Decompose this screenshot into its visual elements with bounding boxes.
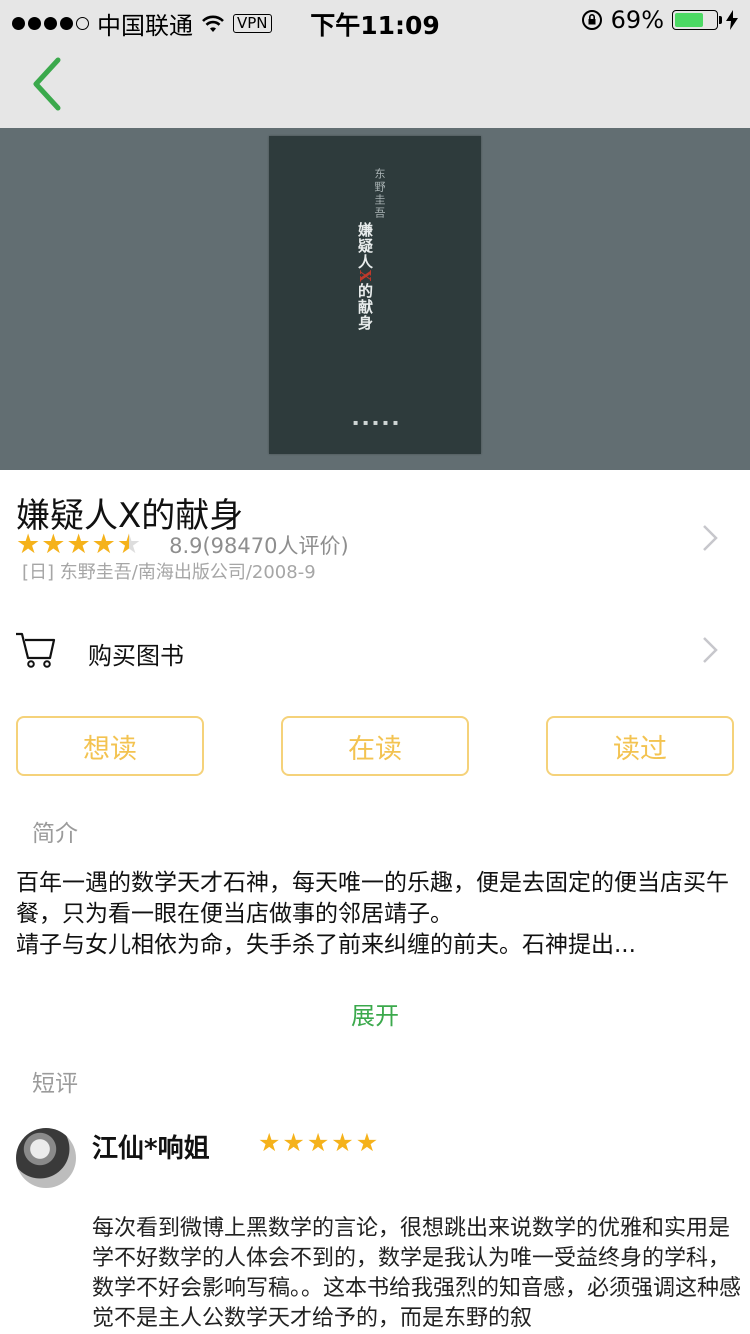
bolt-icon bbox=[726, 10, 738, 30]
cover-title-x: X bbox=[356, 270, 374, 283]
intro-label: 简介 bbox=[32, 821, 78, 847]
star-icon: ★ bbox=[16, 529, 41, 560]
nav-bar bbox=[0, 40, 750, 128]
book-cover[interactable]: 东野圭吾 嫌疑人X的献身 ▪ ▪ ▪ ▪ ▪ bbox=[269, 136, 481, 454]
star-icon: ★ bbox=[331, 1128, 354, 1157]
star-icon: ★ bbox=[282, 1128, 305, 1157]
star-icon: ★ bbox=[258, 1128, 281, 1157]
status-right: 69% bbox=[581, 6, 738, 34]
star-icon: ★ bbox=[66, 529, 91, 560]
star-icon: ★ bbox=[306, 1128, 330, 1157]
book-info[interactable]: 嫌疑人X的献身 ★ ★ ★ ★ ★ 8.9(98470人评价) [日] 东野圭吾… bbox=[0, 470, 750, 590]
rating-text: 8.9(98470人评价) bbox=[169, 534, 349, 558]
star-icon: ★ bbox=[41, 529, 66, 560]
cover-author: 东野圭吾 bbox=[373, 168, 386, 220]
battery-fill bbox=[675, 13, 703, 27]
buy-book-row[interactable]: 购买图书 bbox=[0, 620, 750, 680]
review-text[interactable]: 每次看到微博上黑数学的言论，很想跳出来说数学的优雅和实用是学不好数学的人体会不到… bbox=[92, 1214, 742, 1334]
chevron-left-icon[interactable] bbox=[24, 54, 72, 114]
star-icon: ★ bbox=[91, 529, 116, 560]
avatar[interactable] bbox=[16, 1128, 76, 1188]
status-bar: 中国联通 VPN 下午11:09 69% bbox=[0, 0, 750, 40]
have-read-button[interactable]: 读过 bbox=[546, 716, 734, 776]
cart-icon bbox=[16, 632, 56, 668]
star-icon: ★ bbox=[355, 1128, 379, 1157]
reviewer-name[interactable]: 江仙*响姐 bbox=[92, 1128, 210, 1165]
battery-icon bbox=[672, 10, 722, 30]
cover-title-top: 嫌疑人 bbox=[356, 222, 374, 270]
half-star-icon: ★ bbox=[116, 529, 142, 560]
rating-row: ★ ★ ★ ★ ★ 8.9(98470人评价) bbox=[16, 530, 349, 560]
cover-title-bottom: 的献身 bbox=[356, 282, 374, 331]
intro-text: 百年一遇的数学天才石神，每天唯一的乐趣，便是去固定的便当店买午餐，只为看一眼在便… bbox=[16, 870, 729, 958]
chevron-right-icon bbox=[703, 525, 718, 551]
expand-button[interactable]: 展开 bbox=[0, 996, 750, 1031]
book-meta: [日] 东野圭吾/南海出版公司/2008-9 bbox=[22, 562, 316, 583]
rating-stars: ★ ★ ★ ★ ★ bbox=[16, 530, 141, 560]
battery-percent: 69% bbox=[610, 6, 664, 34]
short-review-label: 短评 bbox=[32, 1071, 78, 1097]
chevron-right-icon bbox=[703, 637, 718, 663]
cover-publisher-mark: ▪ ▪ ▪ ▪ ▪ bbox=[353, 418, 400, 427]
cover-area: 东野圭吾 嫌疑人X的献身 ▪ ▪ ▪ ▪ ▪ bbox=[0, 128, 750, 470]
review-stars: ★ ★ ★ ★ ★ bbox=[258, 1128, 378, 1158]
reading-status-buttons: 想读 在读 读过 bbox=[0, 716, 750, 776]
want-to-read-button[interactable]: 想读 bbox=[16, 716, 204, 776]
cover-title: 嫌疑人X的献身 bbox=[355, 222, 376, 331]
buy-book-label: 购买图书 bbox=[88, 642, 184, 670]
rotation-lock-icon bbox=[581, 10, 602, 30]
reading-button[interactable]: 在读 bbox=[281, 716, 469, 776]
